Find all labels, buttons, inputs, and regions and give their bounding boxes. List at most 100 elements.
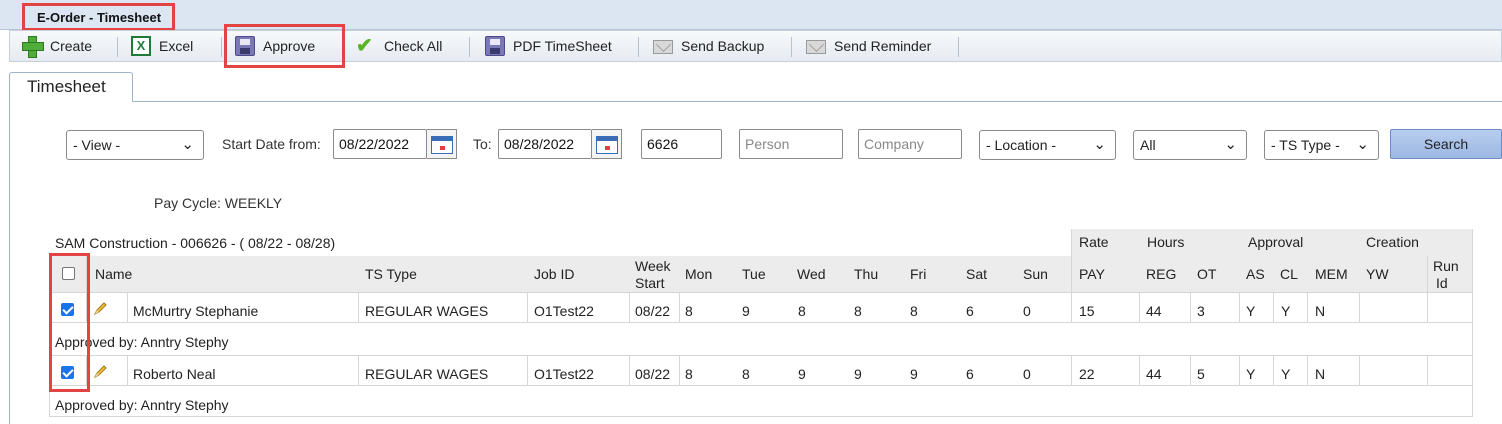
col-thu[interactable]: Thu xyxy=(854,266,878,282)
grid-column-line xyxy=(1427,355,1428,385)
row-job-id: O1Test22 xyxy=(534,366,594,382)
toolbar-separator xyxy=(221,37,222,57)
col-run-id-2[interactable]: Id xyxy=(1436,275,1448,291)
send-backup-button[interactable]: Send Backup xyxy=(653,31,764,61)
calendar-icon xyxy=(596,136,618,154)
row-tue: 9 xyxy=(742,303,750,319)
row-ts-type: REGULAR WAGES xyxy=(365,303,489,319)
search-button[interactable]: Search xyxy=(1390,129,1502,159)
end-date-calendar-button[interactable] xyxy=(592,129,622,159)
row-fri: 9 xyxy=(910,366,918,382)
company-field[interactable]: Company xyxy=(858,129,962,159)
row-cl: Y xyxy=(1281,303,1291,319)
row-as: Y xyxy=(1246,366,1256,382)
panel-border xyxy=(9,101,10,424)
pdf-timesheet-button[interactable]: PDF TimeSheet xyxy=(485,31,612,61)
status-select[interactable]: All ⌄ xyxy=(1133,130,1247,160)
grid-column-line xyxy=(527,292,528,322)
row-cl: Y xyxy=(1281,366,1291,382)
grid-column-line xyxy=(1190,355,1191,385)
row-job-id: O1Test22 xyxy=(534,303,594,319)
col-pay[interactable]: PAY xyxy=(1079,266,1105,282)
col-run-id-1[interactable]: Run xyxy=(1433,258,1459,274)
pdf-disk-icon xyxy=(485,36,505,56)
toolbar-separator xyxy=(117,37,118,57)
col-ts-type[interactable]: TS Type xyxy=(365,266,417,282)
col-yw[interactable]: YW xyxy=(1366,266,1389,282)
pencil-edit-icon[interactable] xyxy=(92,364,108,380)
highlight-approve xyxy=(224,24,345,68)
grid-column-line xyxy=(1427,256,1428,322)
col-job-id[interactable]: Job ID xyxy=(534,266,574,282)
end-date-field[interactable]: 08/28/2022 xyxy=(498,129,592,159)
row-pay: 22 xyxy=(1079,366,1095,382)
col-wed[interactable]: Wed xyxy=(797,266,826,282)
pencil-edit-icon[interactable] xyxy=(92,301,108,317)
check-all-label: Check All xyxy=(384,38,443,54)
row-ts-type: REGULAR WAGES xyxy=(365,366,489,382)
tab-timesheet[interactable]: Timesheet xyxy=(9,72,133,102)
envelope-icon xyxy=(806,40,826,54)
col-sun[interactable]: Sun xyxy=(1023,266,1048,282)
col-mem[interactable]: MEM xyxy=(1315,266,1348,282)
row-divider xyxy=(49,416,1473,417)
row-mon: 8 xyxy=(685,303,693,319)
create-button[interactable]: Create xyxy=(22,31,92,61)
toolbar-separator xyxy=(469,37,470,57)
view-select[interactable]: - View - ⌄ xyxy=(66,130,204,160)
send-reminder-label: Send Reminder xyxy=(834,38,932,54)
start-date-field[interactable]: 08/22/2022 xyxy=(333,129,427,159)
row-name[interactable]: Roberto Neal xyxy=(133,366,216,382)
col-ot[interactable]: OT xyxy=(1197,266,1216,282)
toolbar-separator xyxy=(791,37,792,57)
row-week: 08/22 xyxy=(635,366,671,382)
grid-column-line xyxy=(1239,292,1240,322)
col-name[interactable]: Name xyxy=(95,266,132,282)
excel-button[interactable]: X Excel xyxy=(131,31,193,61)
company-id-field[interactable]: 6626 xyxy=(641,129,722,159)
col-as[interactable]: AS xyxy=(1246,266,1265,282)
row-wed: 8 xyxy=(798,303,806,319)
toolbar-separator xyxy=(958,37,959,57)
grid-column-line xyxy=(629,292,630,322)
group-header-hours: Hours xyxy=(1147,234,1185,250)
col-cl[interactable]: CL xyxy=(1280,266,1298,282)
location-select[interactable]: - Location - ⌄ xyxy=(979,130,1116,160)
row-wed: 9 xyxy=(798,366,806,382)
status-select-value: All xyxy=(1140,137,1156,153)
grid-column-line xyxy=(1139,355,1140,385)
checkmark-icon: ✔ xyxy=(356,35,373,57)
tab-strip: Timesheet xyxy=(9,70,1502,102)
col-fri[interactable]: Fri xyxy=(910,266,926,282)
row-ot: 5 xyxy=(1197,366,1205,382)
grid-column-line xyxy=(358,355,359,385)
row-week: 08/22 xyxy=(635,303,671,319)
col-week-start-1[interactable]: Week xyxy=(635,258,671,274)
highlight-title xyxy=(22,3,175,31)
excel-icon: X xyxy=(131,36,151,56)
person-field[interactable]: Person xyxy=(739,129,843,159)
row-fri: 8 xyxy=(910,303,918,319)
col-sat[interactable]: Sat xyxy=(966,266,987,282)
group-header-rate: Rate xyxy=(1079,234,1109,250)
grid-column-line xyxy=(1359,292,1360,322)
start-date-calendar-button[interactable] xyxy=(427,129,457,159)
row-name[interactable]: McMurtry Stephanie xyxy=(133,303,258,319)
row-sun: 0 xyxy=(1023,303,1031,319)
col-mon[interactable]: Mon xyxy=(685,266,712,282)
check-all-button[interactable]: ✔ Check All xyxy=(356,31,442,61)
col-week-start-2[interactable]: Start xyxy=(635,275,665,291)
col-reg[interactable]: REG xyxy=(1146,266,1176,282)
send-reminder-button[interactable]: Send Reminder xyxy=(806,31,931,61)
row-sat: 6 xyxy=(966,303,974,319)
pdf-label: PDF TimeSheet xyxy=(513,38,612,54)
grid-column-line xyxy=(527,355,528,385)
row-pay: 15 xyxy=(1079,303,1095,319)
send-backup-label: Send Backup xyxy=(681,38,765,54)
row-mem: N xyxy=(1315,303,1326,319)
col-tue[interactable]: Tue xyxy=(742,266,766,282)
grid-column-line xyxy=(1190,292,1191,322)
grid-column-line xyxy=(1071,229,1072,322)
ts-type-select[interactable]: - TS Type - ⌄ xyxy=(1264,130,1379,160)
grid-column-line xyxy=(1071,355,1072,385)
